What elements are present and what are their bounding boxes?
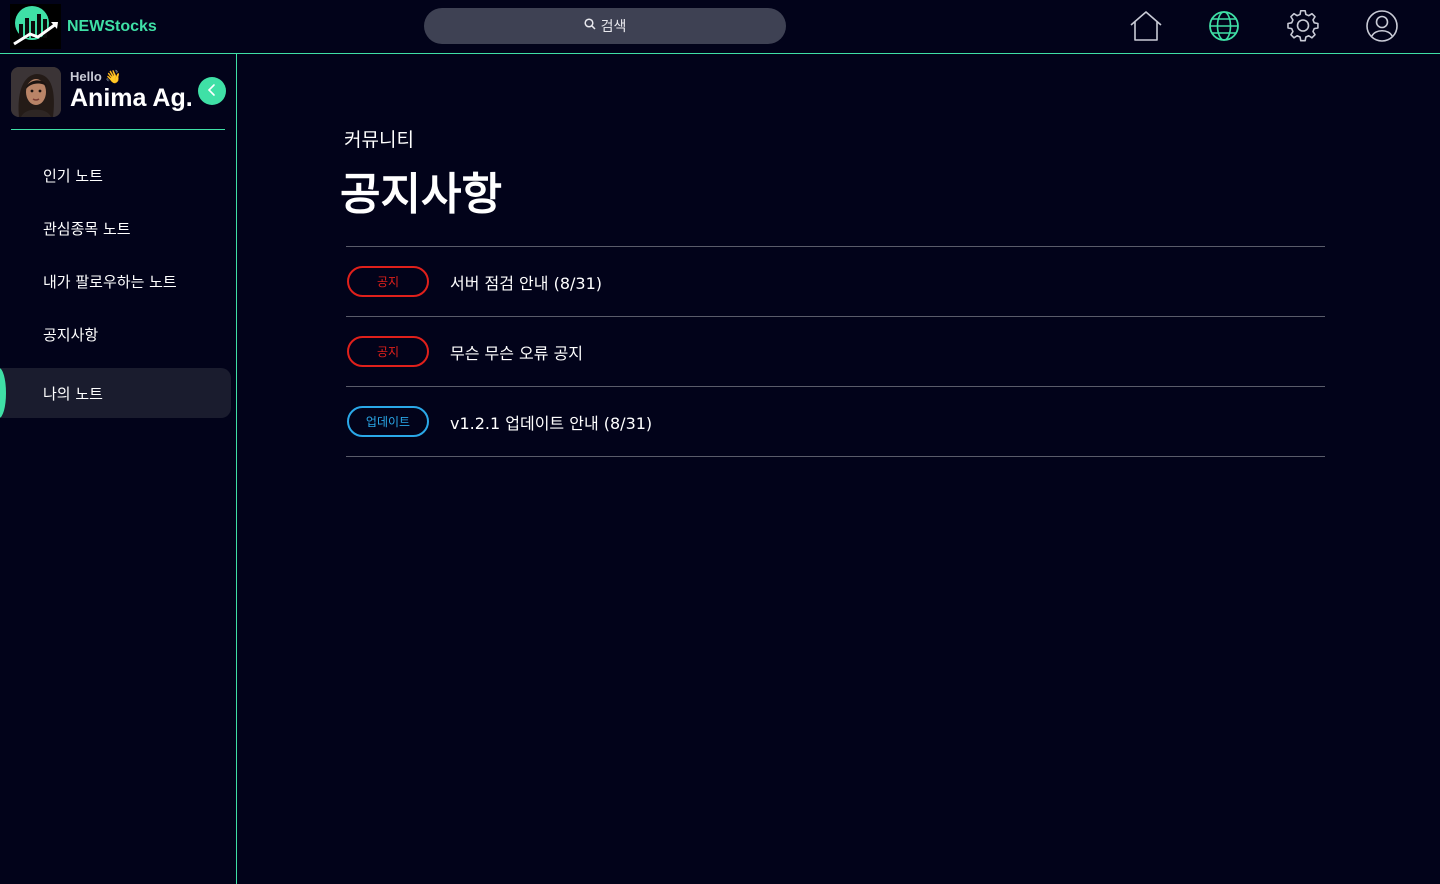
sidebar-item-label: 나의 노트 xyxy=(43,384,103,403)
list-item[interactable]: 업데이트 v1.2.1 업데이트 안내 (8/31) xyxy=(346,387,1325,457)
active-indicator xyxy=(0,368,6,418)
page-title: 공지사항 xyxy=(340,169,502,220)
list-item[interactable]: 공지 서버 점검 안내 (8/31) xyxy=(346,247,1325,317)
search-icon xyxy=(584,18,596,34)
sidebar-item-notices[interactable]: 공지사항 xyxy=(0,309,231,359)
sidebar-item-label: 공지사항 xyxy=(43,325,99,344)
user-profile: Hello 👋 Anima Ag. xyxy=(11,66,226,130)
logo-icon xyxy=(10,4,61,49)
sidebar-item-my-notes[interactable]: 나의 노트 xyxy=(0,368,231,418)
user-circle-icon[interactable] xyxy=(1364,8,1400,44)
search-bar[interactable]: 검색 xyxy=(424,8,786,44)
notice-badge: 공지 xyxy=(347,336,429,367)
globe-icon[interactable] xyxy=(1206,8,1242,44)
search-label: 검색 xyxy=(600,19,627,35)
notice-title[interactable]: v1.2.1 업데이트 안내 (8/31) xyxy=(450,410,652,434)
page-category: 커뮤니티 xyxy=(344,129,414,151)
sidebar-item-following-notes[interactable]: 내가 팔로우하는 노트 xyxy=(0,256,231,306)
wave-emoji-icon: 👋 xyxy=(105,69,122,84)
username: Anima Ag. xyxy=(70,84,193,112)
gear-icon[interactable] xyxy=(1285,8,1321,44)
update-badge: 업데이트 xyxy=(347,406,429,437)
notice-list: 공지 서버 점검 안내 (8/31) 공지 무슨 무슨 오류 공지 업데이트 v… xyxy=(346,246,1325,457)
app-logo[interactable]: NEWStocks xyxy=(10,4,157,49)
notice-title[interactable]: 서버 점검 안내 (8/31) xyxy=(450,270,602,294)
collapse-sidebar-button[interactable] xyxy=(198,77,226,105)
sidebar-item-label: 내가 팔로우하는 노트 xyxy=(43,272,177,291)
sidebar-item-label: 관심종목 노트 xyxy=(43,219,131,238)
chevron-left-icon xyxy=(206,82,218,101)
list-item[interactable]: 공지 무슨 무슨 오류 공지 xyxy=(346,317,1325,387)
greeting: Hello 👋 xyxy=(70,69,122,84)
sidebar-item-watchlist-notes[interactable]: 관심종목 노트 xyxy=(0,203,231,253)
app-name: NEWStocks xyxy=(67,17,157,35)
notice-title[interactable]: 무슨 무슨 오류 공지 xyxy=(450,340,583,364)
avatar[interactable] xyxy=(11,67,61,117)
sidebar-item-popular-notes[interactable]: 인기 노트 xyxy=(0,150,231,200)
main-content: 커뮤니티 공지사항 공지 서버 점검 안내 (8/31) 공지 무슨 무슨 오류… xyxy=(238,55,1440,884)
notice-badge: 공지 xyxy=(347,266,429,297)
top-bar: NEWStocks 검색 xyxy=(0,0,1440,54)
sidebar: Hello 👋 Anima Ag. 인기 노트 관심종목 노트 내가 팔로우하는… xyxy=(0,54,237,884)
home-icon[interactable] xyxy=(1128,8,1164,44)
sidebar-item-label: 인기 노트 xyxy=(43,166,103,185)
